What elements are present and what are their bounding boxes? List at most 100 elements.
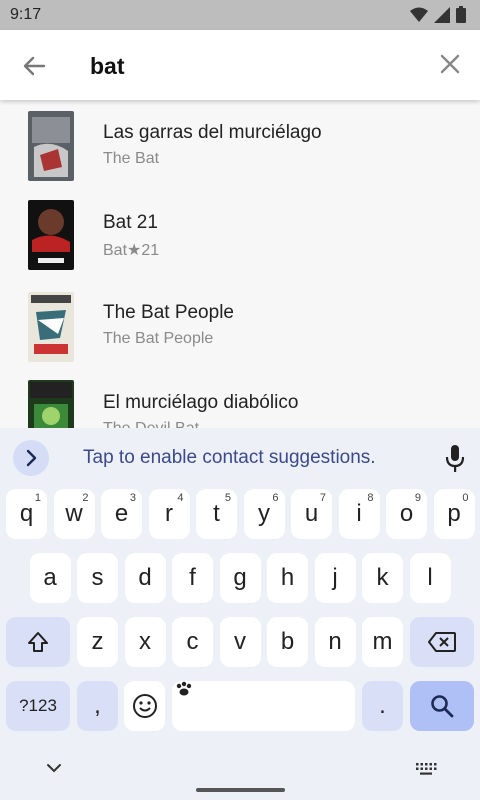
movie-poster [28,200,74,270]
search-key[interactable] [410,681,474,731]
paw-icon [176,681,192,696]
letter-key[interactable]: d [124,553,166,603]
letter-key[interactable]: x [124,617,166,667]
letter-key[interactable]: u7 [291,489,332,539]
backspace-icon [428,632,456,652]
key-label: a [43,564,57,591]
shift-icon [28,632,48,652]
letter-key[interactable]: n [314,617,356,667]
letter-key[interactable]: v [219,617,261,667]
symbols-key[interactable]: ?123 [6,681,70,731]
navigation-bar [0,748,480,800]
movie-poster [28,292,74,362]
voice-input-button[interactable] [440,442,470,474]
letter-key[interactable]: e3 [101,489,142,539]
keyboard: Tap to enable contact suggestions. ?123 … [0,428,480,800]
letter-key[interactable]: o9 [386,489,427,539]
letter-key[interactable]: r4 [148,489,190,539]
letter-key[interactable]: c [172,617,213,667]
letter-key[interactable]: b [267,617,308,667]
key-label: v [234,628,246,655]
suggestion-text[interactable]: Tap to enable contact suggestions. [83,447,376,469]
result-title: The Bat People [103,302,234,323]
letter-key[interactable]: s [77,553,118,603]
letter-key[interactable]: h [267,553,308,603]
result-subtitle: The Bat [103,150,160,167]
key-label: j [332,564,338,591]
search-input[interactable]: bat [90,48,410,84]
key-label: z [91,628,104,655]
list-item[interactable]: El murciélago diabólico The Devil Bat [0,370,480,430]
battery-icon [456,6,466,23]
key-label: d [138,564,152,591]
shift-key[interactable] [6,617,70,667]
list-item[interactable]: The Bat People The Bat People [0,280,480,370]
letter-key[interactable]: w2 [53,489,95,539]
key-label: s [91,564,104,591]
key-hint: 4 [177,492,184,504]
emoji-key[interactable] [124,681,165,731]
key-label: p [447,500,461,527]
wifi-icon [410,7,428,22]
key-label: n [328,628,342,655]
key-label: i [356,500,362,527]
back-arrow-icon [23,56,46,76]
key-label: f [189,564,196,591]
list-item[interactable]: Bat 21 Bat★21 [0,190,480,280]
movie-poster [28,111,74,181]
comma-key[interactable]: , [77,681,118,731]
key-label: k [376,564,389,591]
status-bar: 9:17 [0,0,480,30]
letter-key[interactable]: f [172,553,213,603]
letter-key[interactable]: g [219,553,261,603]
letter-key[interactable]: z [77,617,118,667]
mic-icon [445,445,465,472]
letter-key[interactable]: p0 [433,489,475,539]
key-label: l [427,564,433,591]
key-hint: 6 [272,492,279,504]
key-label: r [165,500,173,527]
period-key[interactable]: . [362,681,403,731]
key-hint: 5 [224,492,231,504]
key-label: h [280,564,295,591]
close-icon [440,54,460,74]
emoji-icon [132,694,157,718]
letter-key[interactable]: m [362,617,403,667]
letter-key[interactable]: i8 [338,489,380,539]
letter-key[interactable]: k [362,553,403,603]
backspace-key[interactable] [410,617,474,667]
search-bar: bat [0,30,480,100]
result-subtitle: The Bat People [103,330,214,347]
key-label: t [213,500,220,527]
home-handle[interactable] [196,788,285,792]
letter-key[interactable]: l [409,553,451,603]
letter-key[interactable]: y6 [243,489,285,539]
key-label: e [114,500,129,527]
movie-poster [28,380,74,430]
key-label: y [258,500,270,527]
suggestion-expand-button[interactable] [13,440,49,476]
key-label: x [139,628,151,655]
space-key[interactable] [172,681,355,731]
result-title: Bat 21 [103,212,158,233]
key-label: b [280,628,295,655]
clear-search-button[interactable] [436,50,464,78]
key-hint: 9 [414,492,421,504]
key-label: q [19,500,34,527]
letter-key[interactable]: j [314,553,356,603]
list-item[interactable]: Las garras del murciélago The Bat [0,100,480,190]
back-button[interactable] [18,50,50,82]
search-icon [431,695,454,718]
key-hint: 0 [462,492,469,504]
letter-key[interactable]: q1 [6,489,47,539]
letter-key[interactable]: t5 [196,489,237,539]
status-time: 9:17 [10,6,42,23]
letter-key[interactable]: a [29,553,71,603]
signal-icon [434,6,450,23]
result-subtitle: Bat★21 [103,242,160,259]
key-label: c [186,628,199,655]
key-label: w [65,500,83,527]
key-hint: 8 [367,492,374,504]
key-hint: 3 [129,492,136,504]
result-title: Las garras del murciélago [103,122,322,143]
